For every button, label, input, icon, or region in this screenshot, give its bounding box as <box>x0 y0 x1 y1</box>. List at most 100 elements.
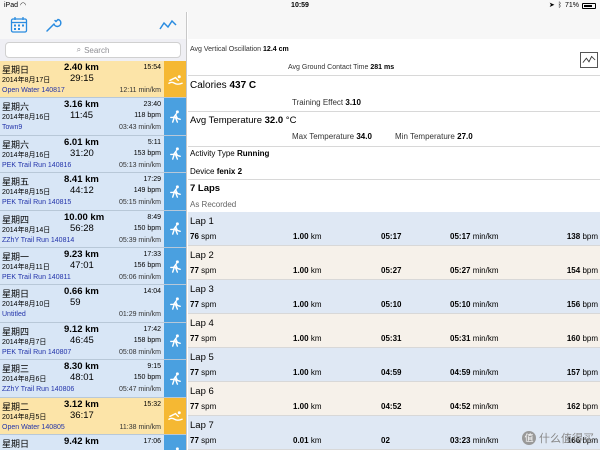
lap-time: 04:52 <box>381 402 402 411</box>
activity-row[interactable]: 星期日 9.42 km 17:06 <box>0 434 186 450</box>
activity-row[interactable]: 星期五 8.41 km 17:29 2014年8月15日 44:12 149 bpm PEK… <box>0 173 186 211</box>
activity-heart-rate: 118 bpm <box>134 112 161 120</box>
lap-label: Lap 6 <box>190 386 214 397</box>
avg-temperature: Avg Temperature 32.0 °C <box>190 115 297 126</box>
activity-name: Open Water 140805 <box>2 423 65 431</box>
activity-row[interactable]: 星期六 3.16 km 23:40 2014年8月16日 11:45 118 bpm Tow… <box>0 98 186 136</box>
activity-distance: 8.41 km <box>64 174 99 186</box>
activity-time: 5:11 <box>147 138 161 146</box>
activity-duration: 56:28 <box>70 222 94 234</box>
running-icon <box>169 372 181 385</box>
activity-name: ZZhY Trail Run 140806 <box>2 386 75 394</box>
activity-name: PEK Trail Run 140816 <box>2 161 72 169</box>
activity-name: Town9 <box>2 124 23 132</box>
activity-duration: 36:17 <box>70 409 94 421</box>
run-type-tile <box>164 322 186 360</box>
watermark-text: 什么值得买 <box>539 433 594 445</box>
activity-date: 2014年8月10日 <box>2 301 51 309</box>
activity-date: 2014年8月5日 <box>2 413 47 421</box>
activity-row[interactable]: 星期三 8.30 km 9:15 2014年8月6日 48:01 150 bpm ZZhY … <box>0 360 186 398</box>
lap-time: 04:59 <box>381 368 402 377</box>
lap-row[interactable]: Lap 6 77 spm 1.00 km 04:52 04:52 min/km 162 b… <box>188 382 600 416</box>
activity-date: 2014年8月16日 <box>2 114 51 122</box>
activity-pace: 03:43 min/km <box>118 124 161 132</box>
activity-distance: 9.23 km <box>64 248 99 260</box>
run-type-tile <box>164 247 186 285</box>
activity-distance: 3.16 km <box>64 99 99 111</box>
activity-row[interactable]: 星期六 6.01 km 5:11 2014年8月16日 31:20 153 bpm PEK … <box>0 135 186 174</box>
search-input[interactable]: ⌕ Search <box>5 42 181 58</box>
lap-label: Lap 1 <box>190 216 214 227</box>
status-right: ➤ ᛒ 71% <box>549 0 596 12</box>
activity-day: 星期日 <box>2 438 30 449</box>
lap-label: Lap 5 <box>190 352 214 363</box>
swim-type-tile <box>164 397 186 434</box>
trend-graph-icon[interactable] <box>159 16 177 34</box>
activity-date: 2014年8月17日 <box>2 77 51 84</box>
lap-pace: 05:17 min/km <box>450 232 499 241</box>
watermark-logo: 值 <box>522 431 536 445</box>
lap-pace: 05:10 min/km <box>450 300 499 309</box>
lap-row[interactable]: Lap 2 77 spm 1.00 km 05:27 05:27 min/km 154 b… <box>188 246 600 280</box>
activity-date: 2014年8月7日 <box>2 338 47 346</box>
graph-button[interactable] <box>580 52 598 68</box>
lap-heart-rate: 157 bpm <box>566 368 598 377</box>
lap-pace: 05:27 min/km <box>450 266 499 275</box>
calendar-icon[interactable] <box>10 16 28 34</box>
activity-pace: 11:38 min/km <box>119 423 162 431</box>
lap-time: 05:27 <box>381 266 402 275</box>
activity-detail-pane: Avg Vertical Oscillation 12.4 cm Avg Gro… <box>188 12 600 450</box>
activity-row[interactable]: 星期一 9.23 km 17:33 2014年8月11日 47:01 156 bpm PEK… <box>0 247 186 286</box>
running-icon <box>169 222 181 236</box>
activity-pace: 12:11 min/km <box>119 87 162 94</box>
activity-date: 2014年8月11日 <box>2 263 50 271</box>
running-icon <box>169 334 181 348</box>
lap-distance: 1.00 km <box>293 368 322 377</box>
activity-duration: 29:15 <box>70 73 94 84</box>
lap-time: 02 <box>381 436 390 445</box>
activity-heart-rate: 150 bpm <box>133 224 161 232</box>
activity-row[interactable]: 星期四 9.12 km 17:42 2014年8月7日 46:45 158 bpm PEK … <box>0 322 186 361</box>
activity-row[interactable]: 星期二 3.12 km 15:32 2014年8月5日 36:17 Open Water … <box>0 397 186 435</box>
activity-time: 9:15 <box>147 363 161 371</box>
lap-cadence: 76 spm <box>190 232 217 241</box>
lap-heart-rate: 138 bpm <box>566 232 598 241</box>
activity-pace: 05:08 min/km <box>118 348 161 356</box>
activity-row[interactable]: 星期日 2.40 km 15:54 2014年8月17日 29:15 Open Water… <box>0 61 186 99</box>
run-type-tile <box>164 360 186 397</box>
run-type-tile <box>164 434 186 450</box>
lap-cadence: 77 spm <box>190 368 217 377</box>
lap-pace: 03:23 min/km <box>450 436 499 445</box>
running-icon <box>175 446 179 450</box>
lap-row[interactable]: Lap 4 77 spm 1.00 km 05:31 05:31 min/km 160 b… <box>188 314 600 348</box>
activity-time: 8:49 <box>147 213 161 221</box>
activity-duration: 59 <box>70 297 81 309</box>
settings-wrench-icon[interactable] <box>44 16 62 34</box>
activity-date: 2014年8月15日 <box>2 189 51 197</box>
activity-pace: 05:15 min/km <box>118 199 161 207</box>
activity-row[interactable]: 星期日 0.66 km 14:04 2014年8月10日 59 Untitled 01:29… <box>0 285 186 323</box>
activity-duration: 46:45 <box>70 334 94 346</box>
ground-contact-time: Avg Ground Contact Time 281 ms <box>288 64 395 71</box>
activity-time: 17:06 <box>143 437 161 445</box>
vertical-oscillation: Avg Vertical Oscillation 12.4 cm <box>190 46 289 53</box>
training-effect: Training Effect 3.10 <box>292 98 361 107</box>
swim-type-tile <box>164 61 186 98</box>
lap-distance: 1.00 km <box>293 334 322 343</box>
lap-label: Lap 7 <box>190 420 214 431</box>
lap-cadence: 77 spm <box>190 334 217 343</box>
activity-pace: 05:47 min/km <box>118 386 161 394</box>
running-icon <box>169 110 181 123</box>
max-temperature: Max Temperature 34.0 <box>292 132 372 141</box>
activity-row[interactable]: 星期四 10.00 km 8:49 2014年8月14日 56:28 150 bpm ZZh… <box>0 210 186 248</box>
lap-distance: 0.01 km <box>293 436 322 445</box>
lap-row[interactable]: Lap 1 76 spm 1.00 km 05:17 05:17 min/km 138 b… <box>188 212 600 246</box>
activity-name: ZZhY Trail Run 140814 <box>2 236 75 244</box>
run-type-tile <box>164 173 186 210</box>
lap-row[interactable]: Lap 3 77 spm 1.00 km 05:10 05:10 min/km 156 b… <box>188 280 600 314</box>
lap-heart-rate: 160 bpm <box>566 334 598 343</box>
battery-percent: 71% <box>564 2 579 9</box>
activity-duration: 11:45 <box>70 110 94 122</box>
run-type-tile <box>164 285 186 322</box>
lap-row[interactable]: Lap 5 77 spm 1.00 km 04:59 04:59 min/km 157 b… <box>188 348 600 382</box>
